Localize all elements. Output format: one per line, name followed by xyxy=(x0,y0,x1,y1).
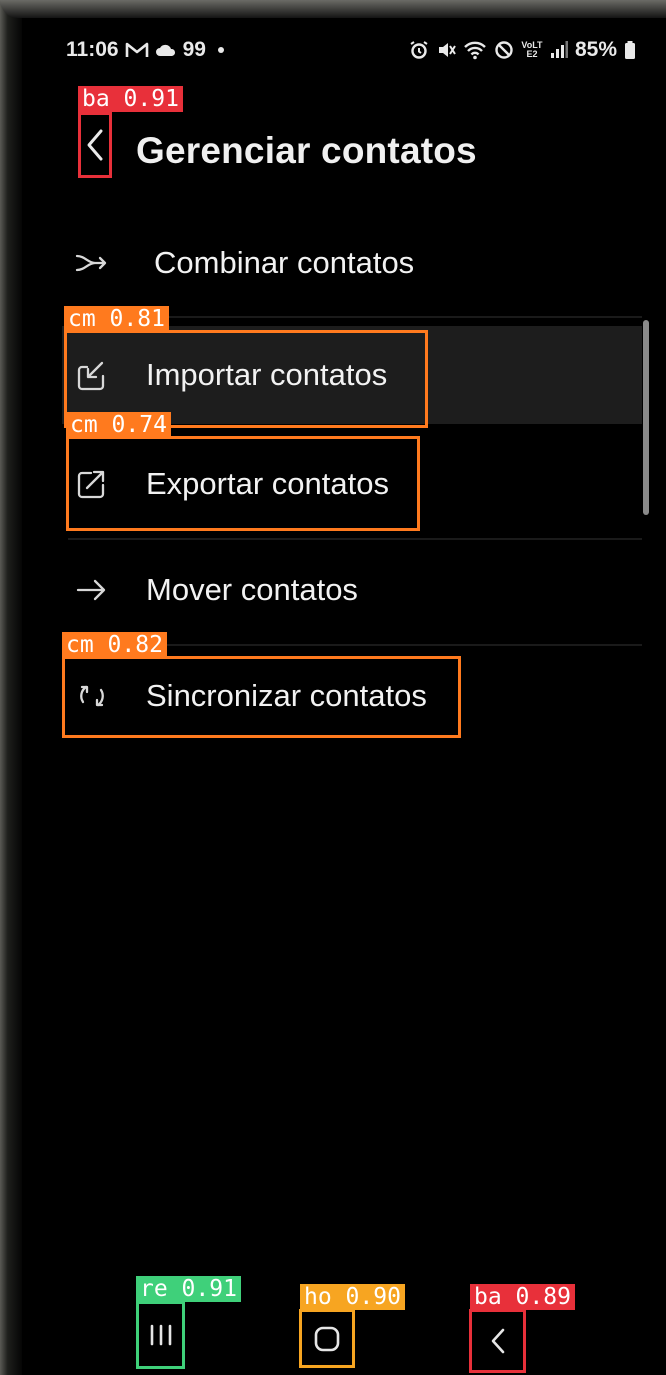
volte-text: VoLTE2 xyxy=(521,40,543,59)
sync-icon xyxy=(72,676,112,716)
menu-item-label: Exportar contatos xyxy=(146,466,389,501)
volte-icon: VoLTE2 xyxy=(521,41,543,59)
detection-label-import: cm 0.81 xyxy=(64,306,169,332)
wifi-icon xyxy=(463,40,487,60)
back-button[interactable] xyxy=(78,112,112,178)
menu-item-label: Sincronizar contatos xyxy=(146,678,427,713)
merge-arrow-icon xyxy=(72,243,112,283)
battery-percent: 85% xyxy=(574,38,617,61)
alarm-icon xyxy=(409,40,429,60)
phone-screen: 11:06 99 VoLTE2 85% ba 0.91 Gerenciar co… xyxy=(0,0,666,1375)
app-header: ba 0.91 Gerenciar contatos xyxy=(0,86,666,210)
page-title: Gerenciar contatos xyxy=(136,130,477,171)
back-nav-button[interactable] xyxy=(469,1309,526,1373)
detection-label-back-nav: ba 0.89 xyxy=(470,1284,575,1310)
dnd-icon xyxy=(494,40,514,60)
detection-label-export: cm 0.74 xyxy=(66,412,171,438)
menu-item-combine-contacts[interactable]: Combinar contatos xyxy=(62,213,642,313)
home-icon xyxy=(314,1326,340,1351)
status-right: VoLTE2 85% xyxy=(409,38,636,62)
arrow-right-icon xyxy=(72,570,112,610)
gmail-icon xyxy=(125,41,149,59)
notification-count: 99 xyxy=(182,38,206,61)
menu-item-import-contacts[interactable]: Importar contatos xyxy=(62,326,642,424)
status-time: 11:06 xyxy=(66,38,119,61)
detection-label-recents: re 0.91 xyxy=(136,1276,241,1302)
menu-item-sync-contacts[interactable]: Sincronizar contatos xyxy=(62,646,642,746)
detection-label-sync: cm 0.82 xyxy=(62,632,167,658)
import-icon xyxy=(72,355,112,395)
status-left: 11:06 99 xyxy=(66,38,224,62)
detection-label-home: ho 0.90 xyxy=(300,1284,405,1310)
signal-icon xyxy=(550,40,568,60)
menu-item-label: Importar contatos xyxy=(146,357,388,392)
detection-label-back-top: ba 0.91 xyxy=(78,86,183,112)
chevron-left-icon xyxy=(491,1328,504,1354)
cloud-icon xyxy=(155,42,177,58)
export-icon xyxy=(72,464,112,504)
phone-bezel-top xyxy=(0,0,666,18)
mute-icon xyxy=(436,40,456,60)
recents-icon xyxy=(150,1324,171,1346)
menu-item-move-contacts[interactable]: Mover contatos xyxy=(62,540,642,640)
recents-button[interactable] xyxy=(136,1301,185,1369)
menu-item-export-contacts[interactable]: Exportar contatos xyxy=(62,434,642,534)
home-button[interactable] xyxy=(299,1309,355,1368)
menu-item-label: Combinar contatos xyxy=(154,245,415,280)
scrollbar[interactable] xyxy=(643,320,649,515)
status-bar: 11:06 99 VoLTE2 85% xyxy=(66,34,646,66)
notification-dot-icon xyxy=(217,47,224,53)
chevron-left-icon xyxy=(87,129,103,161)
battery-icon xyxy=(624,40,636,60)
menu-item-label: Mover contatos xyxy=(146,572,358,607)
